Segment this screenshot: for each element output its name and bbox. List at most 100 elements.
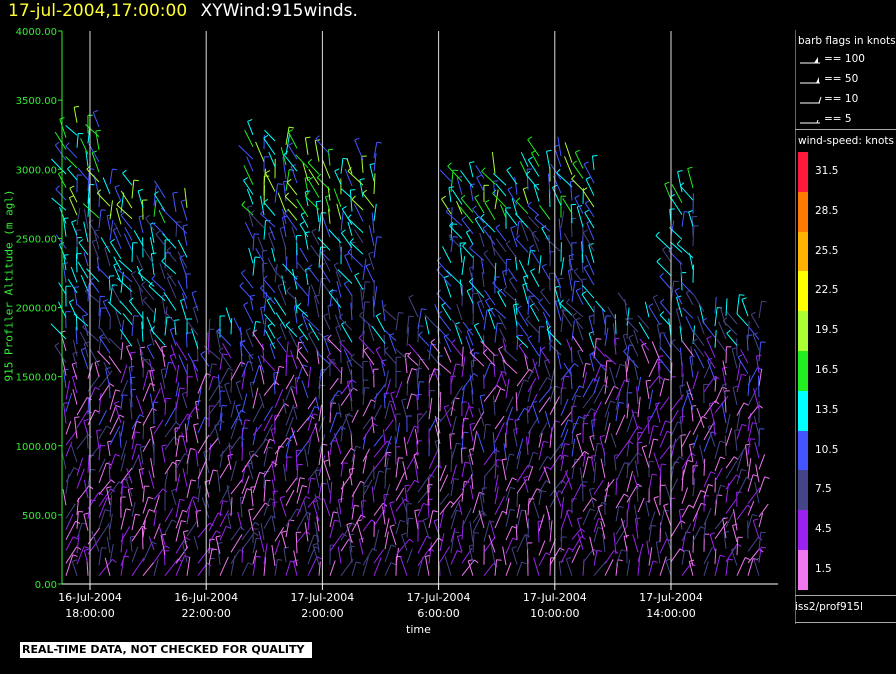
wind-barb (270, 429, 276, 445)
wind-barb-flag (236, 380, 242, 384)
wind-barb-flag (252, 329, 258, 334)
wind-barb (329, 377, 339, 390)
wind-barb-flag (709, 532, 716, 535)
wind-barb (76, 434, 89, 450)
wind-barb (260, 523, 265, 541)
wind-barb (59, 118, 67, 138)
wind-barb (307, 162, 320, 175)
wind-barb (263, 447, 269, 467)
wind-barb (404, 353, 408, 374)
wind-barb (604, 315, 607, 336)
wind-barb (318, 404, 322, 422)
wind-barb-flag (386, 452, 391, 457)
wind-barb (349, 241, 364, 255)
wind-barb-flag (507, 186, 513, 190)
wind-barb-flag (674, 287, 680, 292)
wind-barb-flag (267, 446, 273, 449)
wind-barb (344, 414, 353, 436)
wind-barb (329, 533, 343, 552)
wind-barb (527, 215, 540, 229)
wind-barb-flag (659, 298, 665, 303)
wind-barb (217, 472, 221, 492)
wind-barb-flag (355, 561, 362, 564)
wind-barb-flag (687, 166, 693, 169)
wind-barb (197, 417, 206, 434)
wind-barb-flag (289, 169, 295, 171)
wind-barb (120, 440, 128, 460)
wind-barb (78, 242, 89, 256)
wind-barb-flag (305, 496, 311, 500)
wind-barb (120, 320, 125, 340)
wind-barb-flag (482, 224, 488, 229)
wind-barb (219, 510, 229, 527)
wind-barb (569, 181, 573, 201)
wind-barb (677, 171, 683, 193)
wind-barb-flag (455, 363, 461, 366)
wind-barb-flag (190, 479, 197, 482)
wind-barb (65, 145, 78, 159)
wind-barb (403, 436, 408, 456)
y-tick-label: 3500.00 (16, 96, 57, 107)
barb-flag-icon (800, 96, 822, 104)
wind-barb (149, 370, 155, 392)
wind-barb-flag (277, 183, 283, 185)
wind-barb-flag (574, 280, 580, 283)
wind-barb (754, 442, 760, 459)
wind-barb (582, 508, 591, 526)
wind-barb (65, 503, 76, 519)
wind-barb (341, 208, 353, 225)
y-tick-label: 1000.00 (16, 442, 57, 453)
wind-barb (593, 461, 597, 483)
wind-barb (505, 453, 510, 471)
wind-barb (418, 334, 430, 347)
wind-barb-flag (247, 562, 253, 566)
wind-barb-flag (711, 431, 717, 435)
wind-barb (76, 457, 84, 476)
wind-barb (87, 409, 96, 426)
wind-barb (589, 436, 595, 451)
wind-barb (384, 483, 391, 501)
wind-barb-flag (510, 486, 516, 490)
wind-barb-flag (540, 346, 546, 351)
wind-barb (137, 190, 144, 208)
wind-barb-flag (73, 467, 79, 471)
wind-barb-flag (700, 526, 706, 530)
wind-barb-flag (581, 483, 587, 487)
wind-barb (327, 305, 331, 320)
wind-barb (98, 370, 113, 388)
wind-barb (545, 237, 562, 253)
wind-barb-flag (359, 178, 365, 181)
wind-barb-flag (170, 327, 176, 331)
wind-barb (175, 341, 188, 361)
wind-barb (142, 370, 149, 391)
wind-barb (246, 188, 254, 205)
wind-barb-flag (589, 508, 595, 512)
wind-barb (252, 387, 259, 409)
x-tick-date: 17-Jul-2004 (523, 591, 587, 604)
wind-barb (201, 497, 210, 519)
wind-barb (604, 550, 615, 564)
wind-barb (327, 450, 331, 467)
wind-barb (142, 200, 144, 220)
wind-barb (281, 532, 287, 549)
wind-barb-flag (181, 520, 187, 523)
wind-barb (373, 404, 382, 420)
wind-barb (469, 247, 485, 261)
wind-barb (334, 170, 342, 185)
wind-barb (296, 530, 307, 543)
wind-barb (414, 510, 419, 530)
wind-barb-flag (479, 491, 485, 495)
wind-barb (470, 474, 474, 490)
wind-barb (235, 382, 243, 400)
wind-barb (406, 368, 413, 384)
wind-barb (373, 236, 378, 258)
wind-barb (384, 350, 397, 365)
wind-barb-flag (360, 514, 366, 518)
wind-barb-flag (183, 530, 189, 533)
wind-barb-flag (306, 511, 312, 516)
wind-barb-flag (618, 506, 624, 508)
wind-barb (574, 152, 584, 169)
wind-barb (164, 362, 169, 379)
barb-layer (50, 105, 770, 577)
wind-barb-flag (726, 329, 731, 334)
